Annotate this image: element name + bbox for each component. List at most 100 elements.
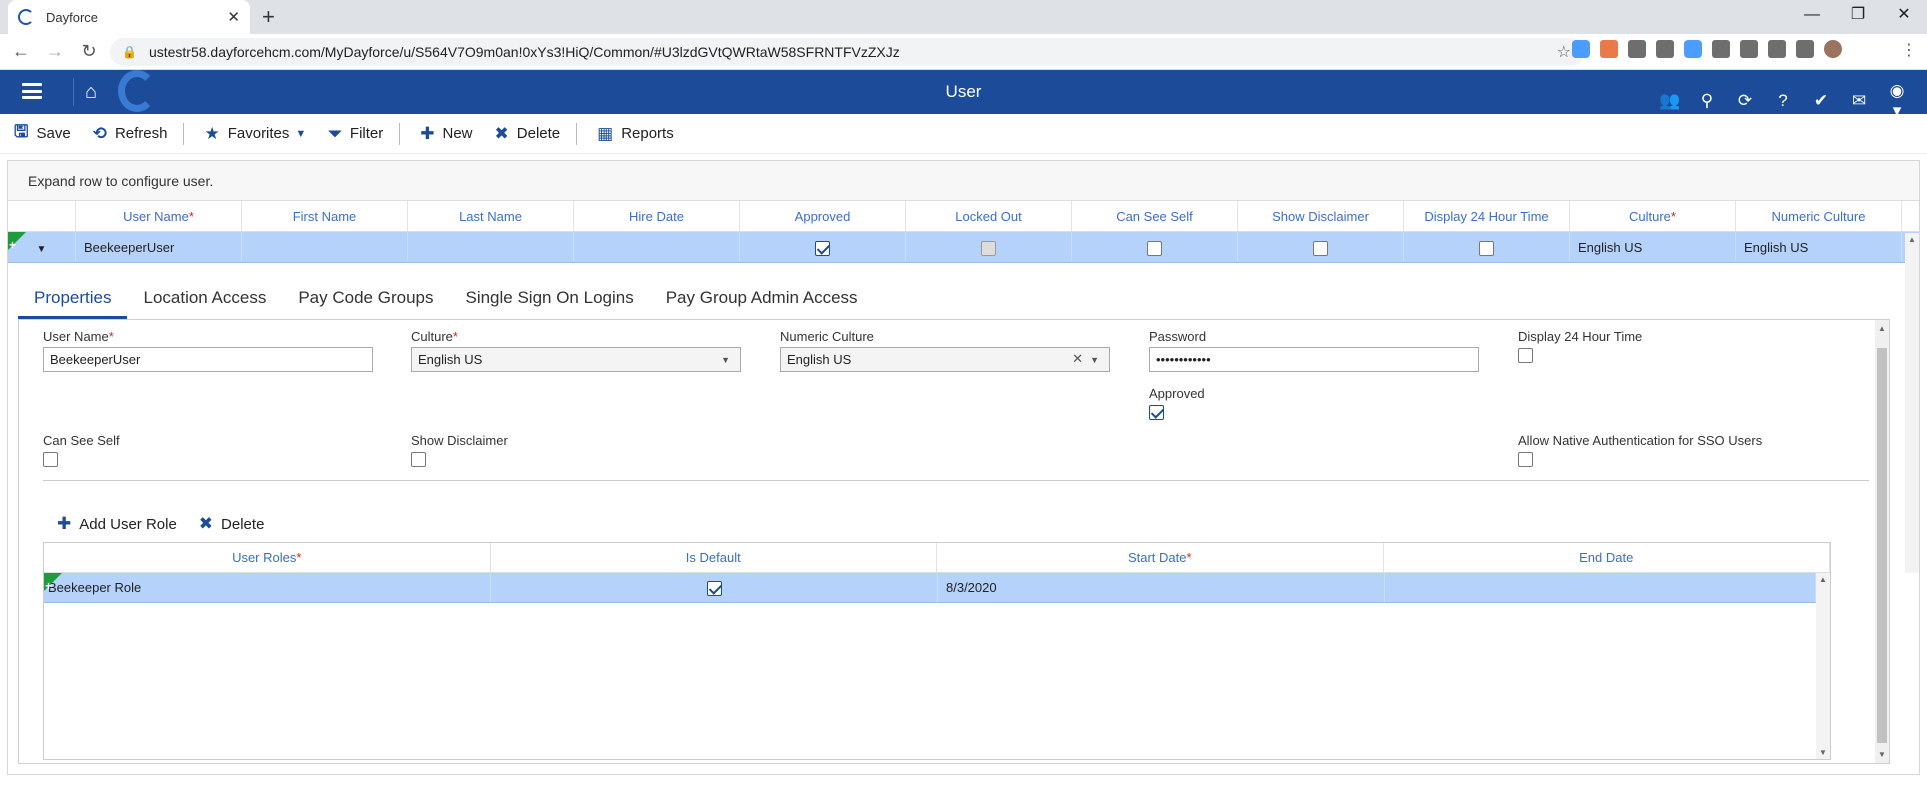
cell-hire-date[interactable] <box>574 232 740 262</box>
cell-first-name[interactable] <box>242 232 408 262</box>
people-icon[interactable]: 👥 <box>1659 91 1680 111</box>
url-field[interactable]: 🔒 ustestr58.dayforcehcm.com/MyDayforce/u… <box>110 38 1585 66</box>
new-row-indicator <box>8 230 26 261</box>
delete-role-button[interactable]: ✖ Delete <box>199 514 265 534</box>
show-disclaimer-checkbox[interactable] <box>1313 241 1328 257</box>
chevron-down-icon[interactable]: ▼ <box>1090 353 1099 368</box>
add-user-role-button[interactable]: ✚ Add User Role <box>57 514 177 534</box>
cell-start-date[interactable]: 8/3/2020 <box>938 573 1385 602</box>
search-icon[interactable]: ⚲ <box>1697 91 1717 111</box>
cell-user-role[interactable]: Beekeeper Role <box>44 571 491 602</box>
column-header-end-date[interactable]: End Date <box>1384 543 1830 572</box>
can-see-self-checkbox[interactable] <box>43 452 58 467</box>
restore-icon[interactable]: ❐ <box>1835 0 1881 30</box>
extension-icon[interactable] <box>1768 40 1786 58</box>
cell-user-name[interactable]: BeekeeperUser <box>76 232 242 262</box>
extension-icon[interactable] <box>1712 40 1730 58</box>
forward-icon[interactable]: → <box>42 41 68 62</box>
bookmark-star-icon[interactable]: ☆ <box>1557 42 1571 62</box>
column-header-numeric-culture[interactable]: Numeric Culture <box>1736 201 1902 231</box>
clear-icon[interactable]: ✕ <box>1072 351 1083 366</box>
back-icon[interactable]: ← <box>8 41 34 62</box>
zoom-extension-icon[interactable] <box>1572 40 1590 58</box>
tab-pay-group-admin-access[interactable]: Pay Group Admin Access <box>650 277 874 319</box>
numeric-culture-select[interactable]: English US ✕ ▼ <box>780 347 1110 372</box>
grid-vertical-scrollbar[interactable]: ▲ <box>1905 233 1919 573</box>
tab-location-access[interactable]: Location Access <box>127 277 282 319</box>
column-header-is-default[interactable]: Is Default <box>491 543 937 572</box>
cell-last-name[interactable] <box>408 232 574 262</box>
properties-vertical-scrollbar[interactable]: ▲ ▼ <box>1875 320 1889 763</box>
cell-numeric-culture[interactable]: English US <box>1736 232 1902 262</box>
help-icon[interactable]: ? <box>1773 91 1793 111</box>
scroll-up-icon[interactable]: ▲ <box>1878 324 1886 333</box>
column-header-can-see-self[interactable]: Can See Self <box>1072 201 1238 231</box>
extension-icon[interactable] <box>1684 40 1702 58</box>
save-button[interactable]: 🖫 Save <box>14 119 71 148</box>
chevron-down-icon[interactable]: ▼ <box>721 353 730 368</box>
scroll-up-icon[interactable]: ▲ <box>1908 235 1916 244</box>
extension-icon[interactable] <box>1600 40 1618 58</box>
new-tab-icon[interactable]: + <box>262 4 275 30</box>
delete-button[interactable]: ✖ Delete <box>495 124 561 144</box>
favorites-button[interactable]: ★ Favorites ▼ <box>204 124 306 144</box>
reports-button[interactable]: ▦ Reports <box>597 124 674 144</box>
column-header-display-24-hour[interactable]: Display 24 Hour Time <box>1404 201 1570 231</box>
table-row[interactable]: Beekeeper Role 8/3/2020 <box>44 571 1816 603</box>
roles-grid-header: User Roles* Is Default Start Date* End D… <box>44 543 1830 573</box>
is-default-checkbox[interactable] <box>706 581 722 597</box>
cell-culture[interactable]: English US <box>1570 232 1736 262</box>
table-row[interactable]: ▼ BeekeeperUser English US English US <box>8 230 1919 263</box>
scroll-down-icon[interactable]: ▼ <box>1819 748 1827 757</box>
scrollbar-thumb[interactable] <box>1877 348 1887 743</box>
approve-check-icon[interactable]: ✔ <box>1811 91 1831 111</box>
extension-icon[interactable] <box>1740 40 1758 58</box>
can-see-self-checkbox[interactable] <box>1147 241 1162 257</box>
tab-properties[interactable]: Properties <box>18 277 128 319</box>
column-header-show-disclaimer[interactable]: Show Disclaimer <box>1238 201 1404 231</box>
approved-checkbox[interactable] <box>815 241 830 257</box>
display-24-hour-checkbox[interactable] <box>1518 348 1533 363</box>
tab-pay-code-groups[interactable]: Pay Code Groups <box>282 277 449 319</box>
cell-approved <box>740 232 906 262</box>
browser-tab[interactable]: Dayforce ✕ <box>8 0 250 34</box>
minimize-icon[interactable]: — <box>1789 0 1835 30</box>
refresh-button[interactable]: ⟲ Refresh <box>93 124 168 144</box>
extension-icon[interactable] <box>1656 40 1674 58</box>
user-name-input[interactable]: BeekeeperUser <box>43 347 373 372</box>
column-header-hire-date[interactable]: Hire Date <box>574 201 740 231</box>
row-expander[interactable]: ▼ <box>8 230 76 262</box>
column-header-locked-out[interactable]: Locked Out <box>906 201 1072 231</box>
puzzle-extensions-icon[interactable] <box>1796 40 1814 58</box>
column-header-user-roles[interactable]: User Roles* <box>44 543 491 572</box>
column-header-user-name[interactable]: User Name* <box>76 201 242 231</box>
column-header-culture[interactable]: Culture* <box>1570 201 1736 231</box>
show-disclaimer-checkbox[interactable] <box>411 452 426 467</box>
roles-vertical-scrollbar[interactable]: ▲ ▼ <box>1816 573 1830 759</box>
column-header-first-name[interactable]: First Name <box>242 201 408 231</box>
expand-arrow-icon[interactable]: ▼ <box>37 244 47 255</box>
display-24-hour-checkbox[interactable] <box>1479 241 1494 257</box>
column-header-approved[interactable]: Approved <box>740 201 906 231</box>
allow-native-auth-checkbox[interactable] <box>1518 452 1533 467</box>
new-button[interactable]: ✚ New <box>420 124 472 144</box>
sync-icon[interactable]: ⟳ <box>1735 91 1755 111</box>
column-header-last-name[interactable]: Last Name <box>408 201 574 231</box>
filter-button[interactable]: ⏷ Filter <box>328 124 383 144</box>
close-window-icon[interactable]: ✕ <box>1881 0 1927 30</box>
mail-icon[interactable]: ✉ <box>1849 91 1869 111</box>
profile-avatar[interactable] <box>1824 40 1842 58</box>
close-tab-icon[interactable]: ✕ <box>227 8 240 26</box>
scroll-up-icon[interactable]: ▲ <box>1819 575 1827 584</box>
column-header-start-date[interactable]: Start Date* <box>937 543 1384 572</box>
extension-icon[interactable] <box>1628 40 1646 58</box>
user-account-icon[interactable]: ◉ ▾ <box>1887 81 1907 121</box>
cell-end-date[interactable] <box>1385 573 1816 602</box>
tab-single-sign-on-logins[interactable]: Single Sign On Logins <box>449 277 649 319</box>
password-input[interactable]: •••••••••••• <box>1149 347 1479 372</box>
reload-icon[interactable]: ↻ <box>76 41 102 62</box>
scroll-down-icon[interactable]: ▼ <box>1878 750 1886 759</box>
approved-checkbox[interactable] <box>1149 405 1164 420</box>
culture-select[interactable]: English US ▼ <box>411 347 741 372</box>
browser-menu-icon[interactable]: ⋮ <box>1901 40 1917 60</box>
